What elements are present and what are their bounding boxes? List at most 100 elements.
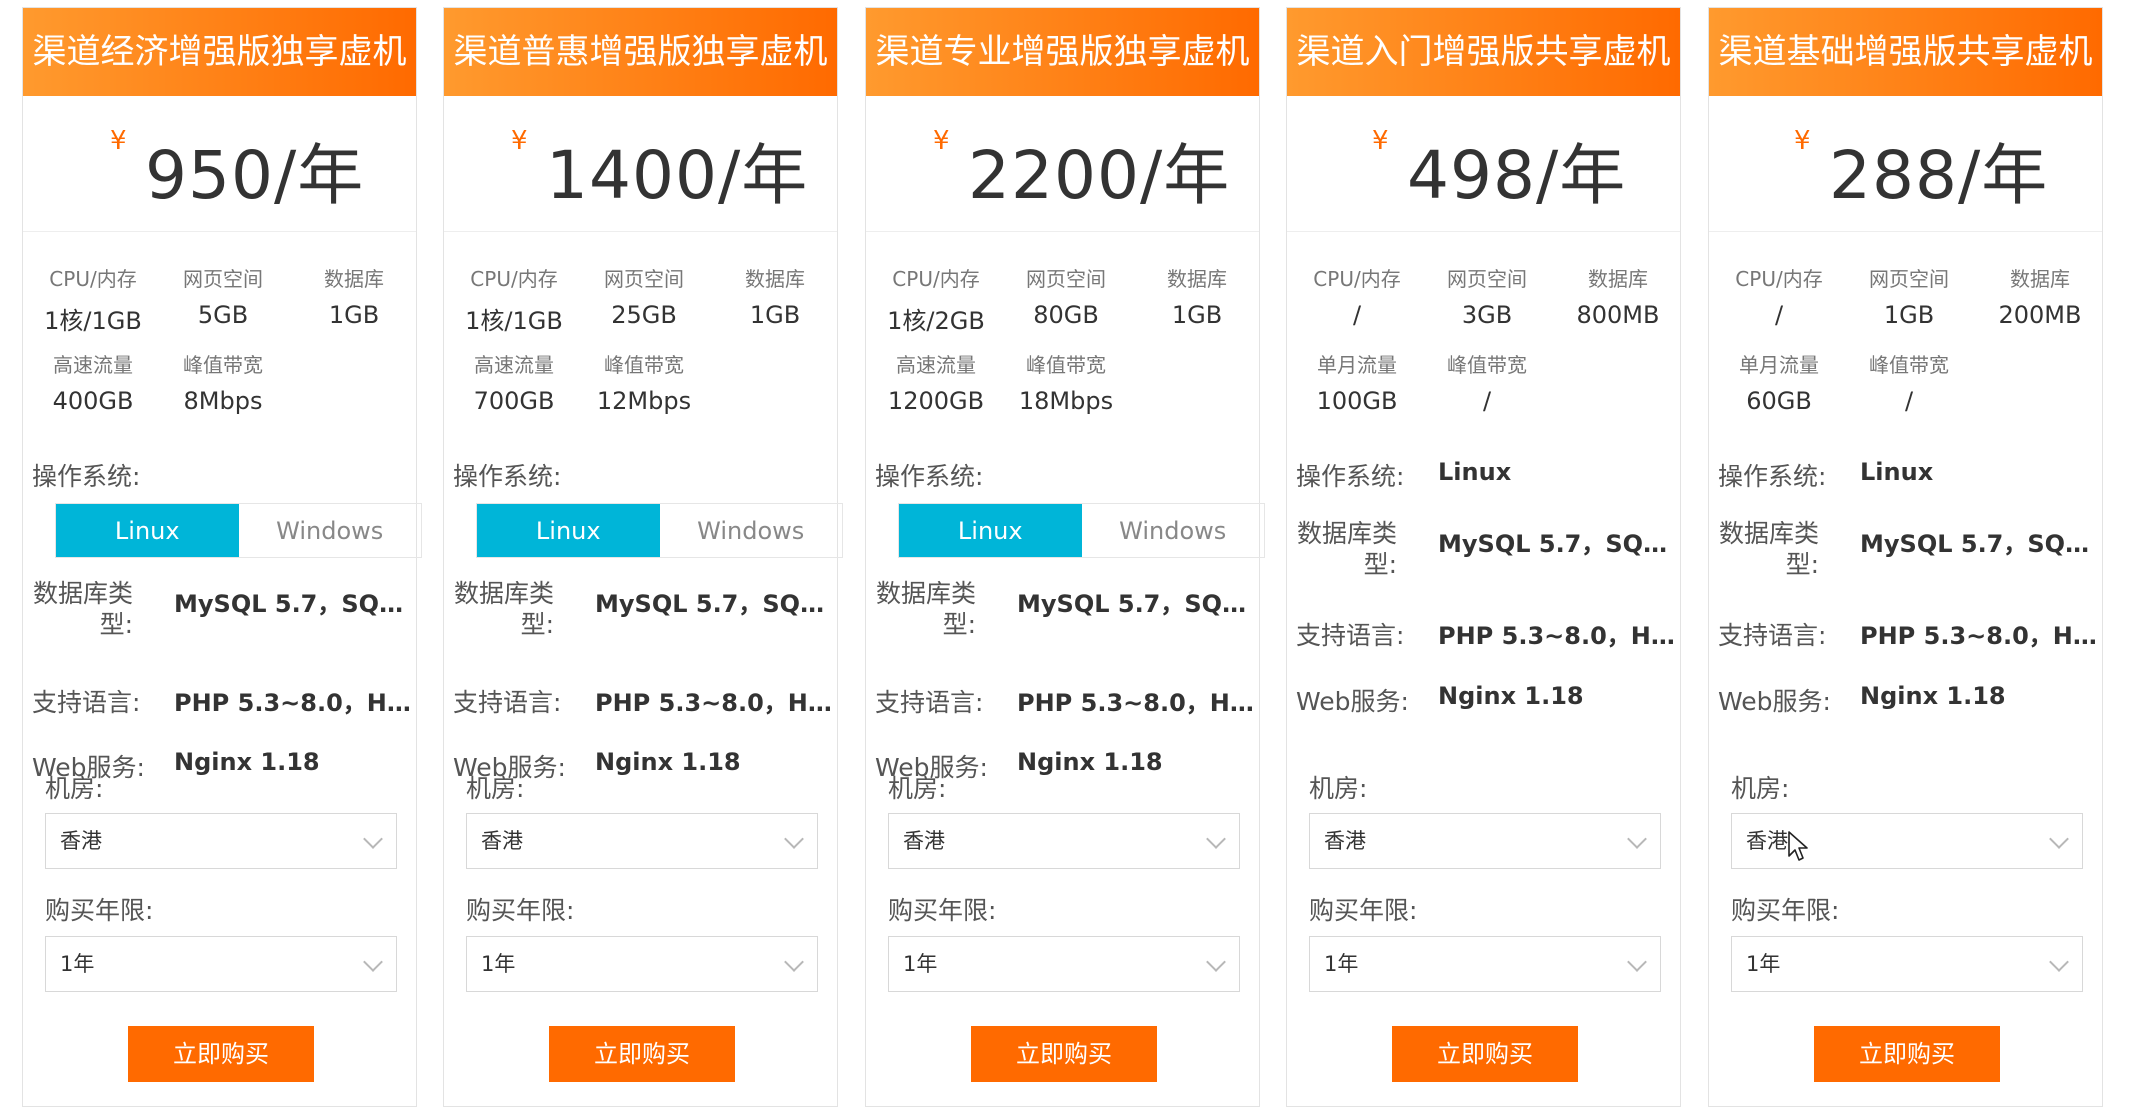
os-option-linux[interactable]: Linux <box>56 504 239 557</box>
web-service-label: Web服务: <box>1296 687 1409 716</box>
product-title: 渠道基础增强版共享虚机 <box>1709 8 2102 96</box>
purchase-term-selected-value: 1年 <box>903 952 938 976</box>
currency-symbol: ¥ <box>511 126 528 156</box>
spec-label-bandwidth: 峰值带宽 <box>604 353 684 377</box>
purchase-term-label: 购买年限: <box>1309 896 1418 925</box>
spec-label-traffic: 高速流量 <box>474 353 554 377</box>
spec-label-bandwidth: 峰值带宽 <box>1026 353 1106 377</box>
buy-now-button[interactable]: 立即购买 <box>971 1026 1157 1082</box>
datacenter-label: 机房: <box>888 774 947 803</box>
spec-value-traffic: 1200GB <box>887 387 985 415</box>
purchase-term-select[interactable]: 1年 <box>466 936 818 992</box>
spec-label-web-space: 网页空间 <box>1447 267 1527 291</box>
spec-value-web-space: 3GB <box>1461 301 1513 329</box>
spec-label-web-space: 网页空间 <box>1869 267 1949 291</box>
web-service-value: Nginx 1.18 <box>1860 682 2006 710</box>
price-amount: 1400/年 <box>546 137 809 214</box>
product-title: 渠道经济增强版独享虚机 <box>23 8 416 96</box>
price-amount: 498/年 <box>1407 137 1627 214</box>
datacenter-label: 机房: <box>1731 774 1790 803</box>
purchase-term-label: 购买年限: <box>1731 896 1840 925</box>
os-toggle: Linux Windows <box>898 503 1265 558</box>
language-label: 支持语言: <box>875 688 984 717</box>
web-service-value: Nginx 1.18 <box>1438 682 1584 710</box>
purchase-term-label: 购买年限: <box>45 896 154 925</box>
currency-symbol: ¥ <box>110 126 127 156</box>
spec-label-web-space: 网页空间 <box>183 267 263 291</box>
web-service-value: Nginx 1.18 <box>1017 748 1163 776</box>
product-card-basic: 渠道基础增强版共享虚机 ¥ 288/年 CPU/内存 网页空间 数据库 / 1G… <box>1708 7 2103 1107</box>
datacenter-select[interactable]: 香港 <box>45 813 397 869</box>
spec-label-web-space: 网页空间 <box>1026 267 1106 291</box>
spec-value-bandwidth: 8Mbps <box>183 387 263 415</box>
chevron-down-icon <box>363 829 383 849</box>
db-type-label: 数据库类型: <box>1718 519 1819 579</box>
web-service-label: Web服务: <box>1718 687 1831 716</box>
db-type-value: MySQL 5.7，SQLite <box>1017 590 1257 618</box>
chevron-down-icon <box>1627 829 1647 849</box>
buy-now-button[interactable]: 立即购买 <box>1392 1026 1578 1082</box>
datacenter-selected-value: 香港 <box>481 829 523 853</box>
product-title: 渠道普惠增强版独享虚机 <box>444 8 837 96</box>
buy-now-button[interactable]: 立即购买 <box>1814 1026 2000 1082</box>
product-title: 渠道入门增强版共享虚机 <box>1287 8 1680 96</box>
spec-label-bandwidth: 峰值带宽 <box>1447 353 1527 377</box>
spec-value-web-space: 5GB <box>197 301 249 329</box>
datacenter-select[interactable]: 香港 <box>1309 813 1661 869</box>
product-card-standard: 渠道普惠增强版独享虚机 ¥ 1400/年 CPU/内存 网页空间 数据库 1核/… <box>443 7 843 1107</box>
price-block: ¥ 288/年 <box>1709 96 2102 232</box>
spec-label-traffic: 高速流量 <box>896 353 976 377</box>
product-card-entry: 渠道入门增强版共享虚机 ¥ 498/年 CPU/内存 网页空间 数据库 / 3G… <box>1286 7 1681 1107</box>
chevron-down-icon <box>1206 829 1226 849</box>
datacenter-selected-value: 香港 <box>60 829 102 853</box>
currency-symbol: ¥ <box>1372 126 1389 156</box>
db-type-label: 数据库类型: <box>32 579 133 639</box>
spec-label-database: 数据库 <box>324 267 384 291</box>
purchase-term-select[interactable]: 1年 <box>888 936 1240 992</box>
buy-now-button[interactable]: 立即购买 <box>549 1026 735 1082</box>
os-option-windows[interactable]: Windows <box>1082 504 1265 557</box>
web-service-value: Nginx 1.18 <box>174 748 320 776</box>
spec-label-cpu-memory: CPU/内存 <box>892 267 980 291</box>
chevron-down-icon <box>363 952 383 972</box>
datacenter-select[interactable]: 香港 <box>888 813 1240 869</box>
spec-value-bandwidth: / <box>1904 387 1914 415</box>
price-amount: 288/年 <box>1829 137 2049 214</box>
spec-value-database: 1GB <box>328 301 380 329</box>
purchase-term-selected-value: 1年 <box>1324 952 1359 976</box>
purchase-term-select[interactable]: 1年 <box>1309 936 1661 992</box>
os-label: 操作系统: <box>32 462 141 491</box>
datacenter-select[interactable]: 香港 <box>466 813 818 869</box>
chevron-down-icon <box>1627 952 1647 972</box>
spec-value-cpu-memory: 1核/2GB <box>887 307 985 335</box>
currency-symbol: ¥ <box>933 126 950 156</box>
db-type-value: MySQL 5.7，SQLite <box>595 590 835 618</box>
spec-value-cpu-memory: / <box>1352 301 1362 329</box>
price-block: ¥ 498/年 <box>1287 96 1680 232</box>
price-block: ¥ 2200/年 <box>866 96 1259 232</box>
os-value: Linux <box>1860 458 1934 486</box>
product-card-professional: 渠道专业增强版独享虚机 ¥ 2200/年 CPU/内存 网页空间 数据库 1核/… <box>865 7 1265 1107</box>
os-value: Linux <box>1438 458 1512 486</box>
language-value: PHP 5.3~8.0，HTM... <box>174 689 414 717</box>
language-label: 支持语言: <box>1718 621 1827 650</box>
product-card-economy: 渠道经济增强版独享虚机 ¥ 950/年 CPU/内存 网页空间 数据库 1核/1… <box>22 7 422 1107</box>
spec-label-cpu-memory: CPU/内存 <box>49 267 137 291</box>
datacenter-select[interactable]: 香港 <box>1731 813 2083 869</box>
spec-label-traffic: 单月流量 <box>1739 353 1819 377</box>
purchase-term-select[interactable]: 1年 <box>1731 936 2083 992</box>
os-option-linux[interactable]: Linux <box>899 504 1082 557</box>
os-option-windows[interactable]: Windows <box>239 504 422 557</box>
datacenter-selected-value: 香港 <box>1324 829 1366 853</box>
buy-now-button[interactable]: 立即购买 <box>128 1026 314 1082</box>
spec-value-cpu-memory: 1核/1GB <box>44 307 142 335</box>
language-value: PHP 5.3~8.0，HTM... <box>595 689 835 717</box>
spec-label-traffic: 单月流量 <box>1317 353 1397 377</box>
os-option-windows[interactable]: Windows <box>660 504 843 557</box>
os-option-linux[interactable]: Linux <box>477 504 660 557</box>
spec-value-web-space: 80GB <box>1033 301 1099 329</box>
spec-value-web-space: 25GB <box>611 301 677 329</box>
purchase-term-select[interactable]: 1年 <box>45 936 397 992</box>
db-type-label: 数据库类型: <box>453 579 554 639</box>
price-amount: 950/年 <box>145 137 365 214</box>
